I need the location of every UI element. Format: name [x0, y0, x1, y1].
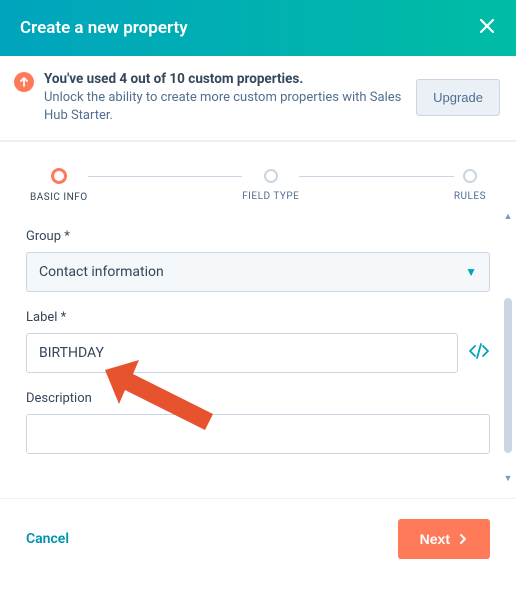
step-circle-icon [264, 169, 278, 183]
scroll-down-icon: ▼ [504, 475, 513, 484]
field-description: Description [26, 391, 490, 454]
step-circle-icon [51, 168, 67, 184]
step-connector [299, 176, 453, 177]
modal-header: Create a new property [0, 0, 516, 56]
step-field-type[interactable]: FIELD TYPE [242, 169, 299, 202]
scroll-thumb[interactable] [504, 298, 512, 453]
arrow-up-icon [14, 72, 34, 92]
banner-sub: Unlock the ability to create more custom… [44, 90, 401, 123]
step-connector [88, 176, 242, 177]
code-icon[interactable] [468, 342, 490, 364]
stepper: BASIC INFO FIELD TYPE RULES [0, 158, 516, 209]
scrollbar[interactable]: ▲ ▼ [502, 213, 514, 462]
field-group: Group * Contact information ▼ [26, 229, 490, 292]
upgrade-button[interactable]: Upgrade [416, 79, 500, 116]
group-select[interactable]: Contact information ▼ [26, 252, 490, 292]
close-icon[interactable] [478, 17, 496, 39]
upgrade-banner: You've used 4 out of 10 custom propertie… [0, 56, 516, 141]
scroll-up-icon: ▲ [504, 213, 513, 222]
field-label: Label * BIRTHDAY [26, 310, 490, 373]
description-label: Description [26, 391, 490, 406]
label-input[interactable]: BIRTHDAY [26, 333, 458, 373]
cancel-button[interactable]: Cancel [26, 531, 69, 547]
group-value: Contact information [39, 264, 164, 280]
banner-text: You've used 4 out of 10 custom propertie… [44, 70, 406, 126]
step-rules[interactable]: RULES [454, 169, 486, 202]
modal-footer: Cancel Next [0, 498, 516, 579]
chevron-right-icon [458, 534, 468, 544]
description-input[interactable] [26, 414, 490, 454]
next-button[interactable]: Next [398, 519, 490, 559]
step-basic-info[interactable]: BASIC INFO [30, 168, 88, 203]
label-label: Label * [26, 310, 490, 325]
label-value: BIRTHDAY [39, 345, 104, 361]
step-circle-icon [463, 169, 477, 183]
group-label: Group * [26, 229, 490, 244]
banner-bold: You've used 4 out of 10 custom propertie… [44, 71, 303, 87]
chevron-down-icon: ▼ [465, 265, 477, 279]
next-label: Next [420, 531, 450, 547]
modal-title: Create a new property [20, 18, 188, 38]
